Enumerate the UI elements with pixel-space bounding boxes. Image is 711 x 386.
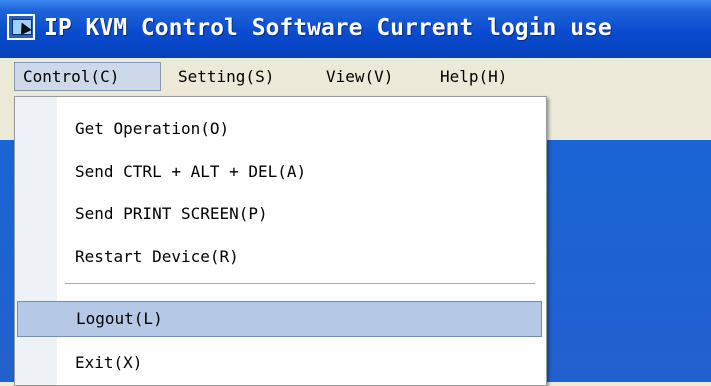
window-title: IP KVM Control Software Current login us… — [44, 15, 612, 41]
menu-bar: Control(C) Setting(S) View(V) Help(H) — [0, 58, 711, 97]
menu-control[interactable]: Control(C) — [14, 62, 161, 91]
menu-item-logout[interactable]: Logout(L) — [17, 301, 542, 337]
menu-item-send-print-screen[interactable]: Send PRINT SCREEN(P) — [15, 196, 546, 232]
control-dropdown-menu: Get Operation(O) Send CTRL + ALT + DEL(A… — [14, 96, 547, 386]
menu-item-exit[interactable]: Exit(X) — [15, 345, 546, 381]
title-bar[interactable]: IP KVM Control Software Current login us… — [0, 0, 711, 58]
menu-item-send-ctrl-alt-del[interactable]: Send CTRL + ALT + DEL(A) — [15, 154, 546, 190]
menu-item-get-operation[interactable]: Get Operation(O) — [15, 111, 546, 147]
menu-setting[interactable]: Setting(S) — [170, 62, 282, 91]
kvm-app-icon[interactable] — [7, 14, 35, 40]
menu-item-restart-device[interactable]: Restart Device(R) — [15, 239, 546, 275]
menu-help[interactable]: Help(H) — [432, 62, 515, 91]
menu-view[interactable]: View(V) — [318, 62, 401, 91]
menu-separator — [65, 283, 535, 285]
